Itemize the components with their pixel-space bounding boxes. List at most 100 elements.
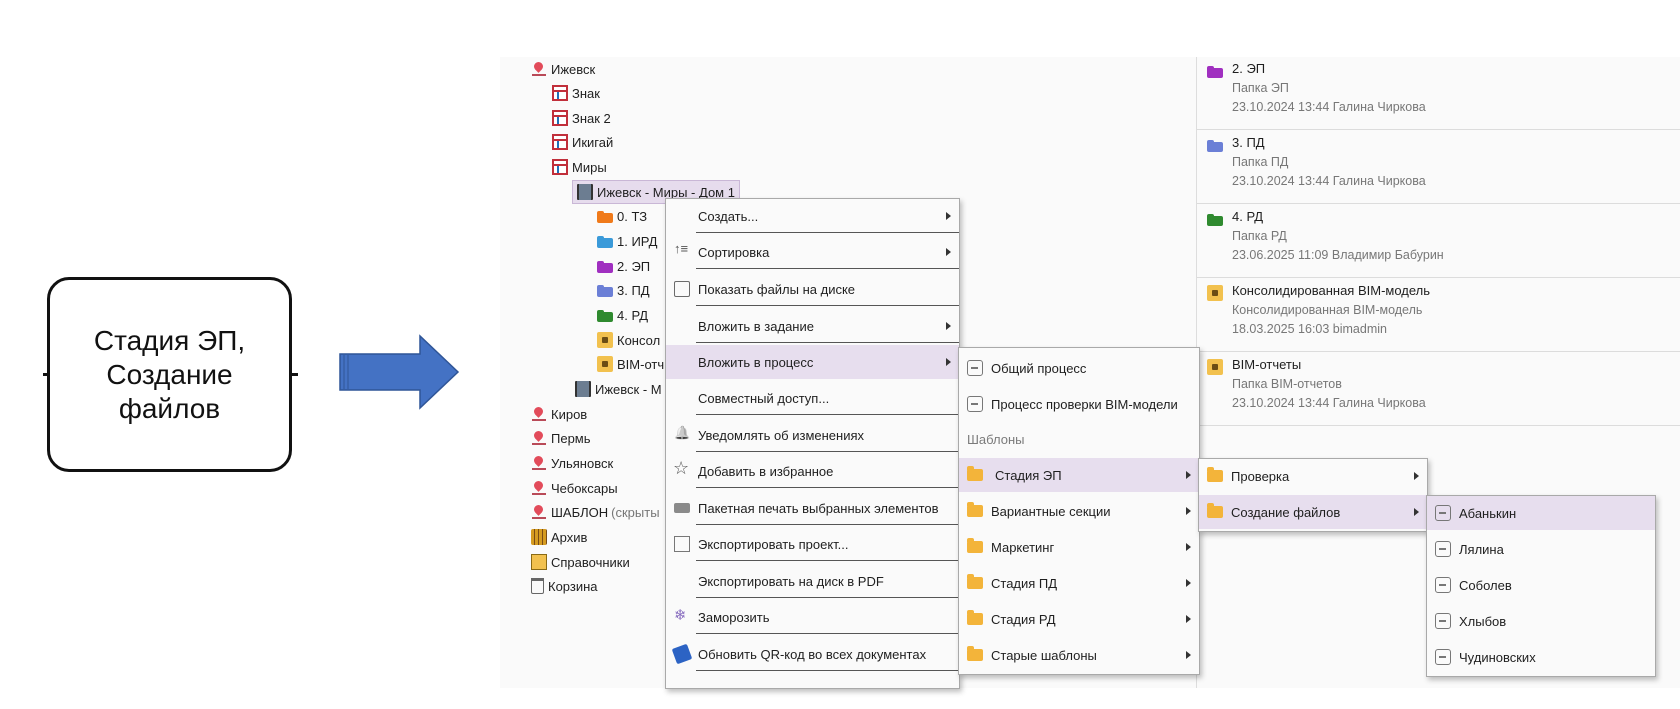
tree-item-template[interactable]: ШАБЛОН (скрыты <box>531 501 660 523</box>
tree-item-bim-reports[interactable]: BIM-отч <box>597 353 664 375</box>
menu-item-attach-task[interactable]: Вложить в задание <box>666 309 959 343</box>
tree-item-ulyanovsk[interactable]: Ульяновск <box>531 452 613 474</box>
chevron-right-icon <box>1186 471 1191 479</box>
tree-item-label: Чебоксары <box>551 480 618 496</box>
tree-item-znak[interactable]: Знак <box>552 82 600 104</box>
trash-icon <box>531 578 544 594</box>
folder-icon <box>597 307 613 323</box>
tree-item-label: Ижевск - М <box>595 381 662 397</box>
tree-item-cheboksary[interactable]: Чебоксары <box>531 477 618 499</box>
tree-item-label: Архив <box>551 529 588 545</box>
menu-item-freeze[interactable]: Заморозить <box>666 600 959 634</box>
menu-item-old-templates[interactable]: Старые шаблоны <box>959 638 1199 672</box>
chevron-right-icon <box>1186 615 1191 623</box>
list-item-meta: 23.10.2024 13:44 Галина Чиркова <box>1232 174 1426 188</box>
list-item-title: BIM-отчеты <box>1232 357 1302 372</box>
menu-item-stage-rd[interactable]: Стадия РД <box>959 602 1199 636</box>
tree-item-folder-ep[interactable]: 2. ЭП <box>597 255 650 277</box>
tree-item-izhevsk-m[interactable]: Ижевск - М <box>575 378 662 400</box>
menu-item-sobolev[interactable]: Соболев <box>1427 568 1655 602</box>
list-item-meta: 23.10.2024 13:44 Галина Чиркова <box>1232 100 1426 114</box>
menu-item-notify[interactable]: Уведомлять об изменениях <box>666 418 959 452</box>
menu-item-lyalina[interactable]: Лялина <box>1427 532 1655 566</box>
process-icon <box>1435 649 1451 665</box>
tree-item-archive[interactable]: Архив <box>531 526 587 548</box>
menu-item-check[interactable]: Проверка <box>1199 459 1427 493</box>
tree-item-folder-pd[interactable]: 3. ПД <box>597 279 650 301</box>
connector-tick <box>292 373 298 376</box>
list-item[interactable]: 3. ПД Папка ПД 23.10.2024 13:44 Галина Ч… <box>1197 131 1680 204</box>
callout-line: файлов <box>118 392 221 424</box>
assignee-submenu: Абанькин Лялина Соболев Хлыбов Чудиновск… <box>1426 495 1656 677</box>
tree-item-folder-rd[interactable]: 4. РД <box>597 304 648 326</box>
menu-item-label: Проверка <box>1231 468 1290 484</box>
process-icon <box>967 360 983 376</box>
tree-item-trash[interactable]: Корзина <box>531 575 598 597</box>
menu-item-label: Совместный доступ... <box>698 390 830 406</box>
menu-item-create-files[interactable]: Создание файлов <box>1199 495 1427 529</box>
tree-item-perm[interactable]: Пермь <box>531 427 591 449</box>
folder-icon <box>1207 467 1223 482</box>
chevron-right-icon <box>1414 508 1419 516</box>
menu-item-attach-process[interactable]: Вложить в процесс <box>666 345 959 379</box>
menu-item-label: Обновить QR-код во всех документах <box>698 646 927 662</box>
tree-item-kirov[interactable]: Киров <box>531 403 587 425</box>
menu-item-label: Стадия ПД <box>991 575 1058 591</box>
menu-item-show-files[interactable]: Показать файлы на диске <box>666 272 959 306</box>
menu-item-chudinovskikh[interactable]: Чудиновских <box>1427 640 1655 674</box>
menu-item-label: Добавить в избранное <box>698 463 834 479</box>
tree-item-references[interactable]: Справочники <box>531 551 630 573</box>
tree-item-znak-2[interactable]: Знак 2 <box>552 107 611 129</box>
tree-item-label: Ульяновск <box>551 455 614 471</box>
menu-item-khlybov[interactable]: Хлыбов <box>1427 604 1655 638</box>
tree-item-miry[interactable]: Миры <box>552 156 607 178</box>
context-menu: Создать... Сортировка Показать файлы на … <box>665 198 960 689</box>
tree-item-label: Миры <box>572 159 607 175</box>
folder-icon <box>1207 137 1223 153</box>
list-item[interactable]: 4. РД Папка РД 23.06.2025 11:09 Владимир… <box>1197 205 1680 278</box>
chevron-right-icon <box>1186 507 1191 515</box>
menu-item-export-project[interactable]: Экспортировать проект... <box>666 527 959 561</box>
list-item-subtitle: Папка РД <box>1232 229 1287 243</box>
menu-item-stage-ep[interactable]: Стадия ЭП <box>959 458 1199 492</box>
tree-item-izhevsk[interactable]: Ижевск <box>531 58 595 80</box>
qr-brush-icon <box>671 643 693 665</box>
list-item-title: Консолидированная BIM-модель <box>1232 283 1431 298</box>
menu-item-share[interactable]: Совместный доступ... <box>666 381 959 415</box>
tree-item-consolidated[interactable]: Консол <box>597 329 660 351</box>
list-item[interactable]: Консолидированная BIM-модель Консолидиро… <box>1197 279 1680 352</box>
menu-item-sort[interactable]: Сортировка <box>666 235 959 269</box>
menu-item-bim-check-process[interactable]: Процесс проверки BIM-модели <box>959 387 1199 421</box>
tree-item-folder-ird[interactable]: 1. ИРД <box>597 230 657 252</box>
menu-item-variant-sections[interactable]: Вариантные секции <box>959 494 1199 528</box>
table-icon <box>552 134 568 150</box>
buildings-icon <box>575 381 591 397</box>
locked-folder-icon <box>1207 359 1223 375</box>
process-icon <box>1435 577 1451 593</box>
list-item[interactable]: BIM-отчеты Папка BIM-отчетов 23.10.2024 … <box>1197 353 1680 426</box>
list-item-meta: 23.10.2024 13:44 Галина Чиркова <box>1232 396 1426 410</box>
tree-item-label: ШАБЛОН <box>551 504 609 520</box>
menu-item-export-pdf[interactable]: Экспортировать на диск в PDF <box>666 564 959 598</box>
menu-item-label: Лялина <box>1459 541 1504 557</box>
tree-item-ikigai[interactable]: Икигай <box>552 131 613 153</box>
table-icon <box>552 110 568 126</box>
list-item-subtitle: Папка ПД <box>1232 155 1289 169</box>
table-icon <box>552 159 568 175</box>
menu-item-favorite[interactable]: Добавить в избранное <box>666 454 959 488</box>
list-item[interactable]: 2. ЭП Папка ЭП 23.10.2024 13:44 Галина Ч… <box>1197 57 1680 130</box>
sort-icon <box>674 241 690 260</box>
menu-item-batch-print[interactable]: Пакетная печать выбранных элементов <box>666 491 959 525</box>
tree-item-folder-tz[interactable]: 0. ТЗ <box>597 205 647 227</box>
menu-item-update-qr[interactable]: Обновить QR-код во всех документах <box>666 637 959 671</box>
menu-item-abankin[interactable]: Абанькин <box>1427 496 1655 530</box>
folder-icon <box>967 574 983 589</box>
menu-item-general-process[interactable]: Общий процесс <box>959 351 1199 385</box>
folder-icon <box>967 502 983 517</box>
menu-item-create[interactable]: Создать... <box>666 199 959 233</box>
menu-item-stage-pd[interactable]: Стадия ПД <box>959 566 1199 600</box>
menu-item-marketing[interactable]: Маркетинг <box>959 530 1199 564</box>
chevron-right-icon <box>946 248 951 256</box>
process-icon <box>1435 613 1451 629</box>
tree-item-label: Знак 2 <box>572 110 611 126</box>
